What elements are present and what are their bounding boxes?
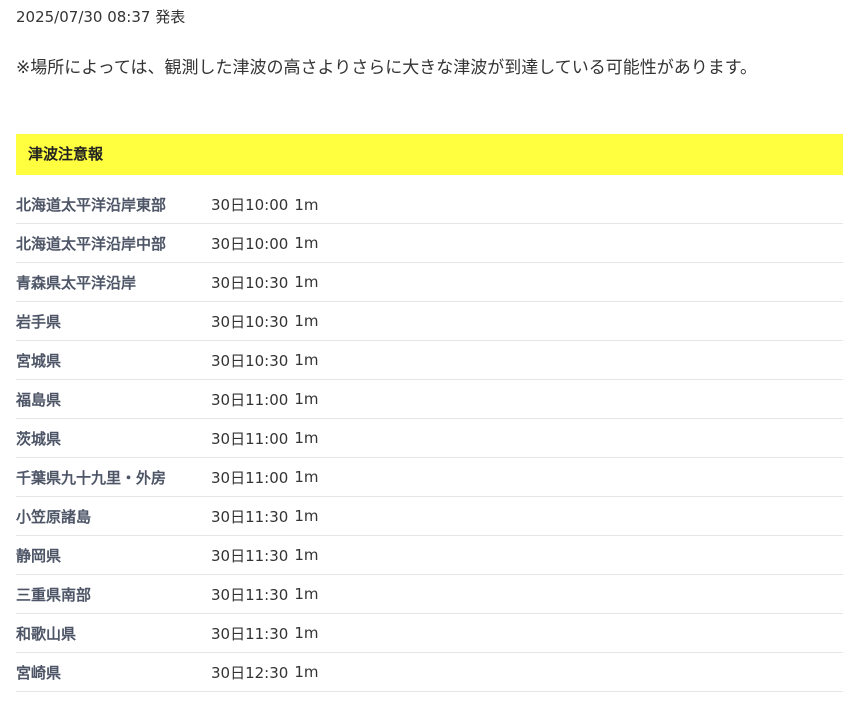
wave-height: 1m — [294, 507, 319, 525]
arrival-time: 30日10:30 — [211, 312, 289, 331]
region-name: 宮崎県 — [16, 663, 62, 682]
region-row: 茨城県 30日11:00 1m — [16, 419, 843, 458]
arrival-time: 30日11:30 — [211, 507, 289, 526]
wave-height: 1m — [294, 195, 319, 214]
arrival-time: 30日10:30 — [211, 273, 289, 292]
region-name: 静岡県 — [16, 546, 62, 565]
region-row: 福島県 30日11:00 1m — [16, 380, 843, 419]
arrival-time: 30日11:00 — [211, 429, 289, 448]
region-row: 宮城県 30日10:30 1m — [16, 341, 843, 380]
announcement-timestamp: 2025/07/30 08:37 発表 — [16, 8, 186, 26]
region-list: 北海道太平洋沿岸東部 30日10:00 1m 北海道太平洋沿岸中部 30日10:… — [16, 186, 843, 692]
wave-height: 1m — [294, 273, 319, 291]
region-name: 福島県 — [16, 390, 62, 409]
wave-height: 1m — [294, 312, 319, 330]
arrival-time: 30日11:00 — [211, 390, 289, 409]
region-name: 岩手県 — [16, 312, 62, 331]
region-name: 三重県南部 — [16, 585, 92, 604]
region-row: 千葉県九十九里・外房 30日11:00 1m — [16, 458, 843, 497]
wave-height: 1m — [294, 624, 319, 642]
region-name: 青森県太平洋沿岸 — [16, 273, 137, 292]
wave-height: 1m — [294, 546, 319, 564]
region-row: 北海道太平洋沿岸中部 30日10:00 1m — [16, 224, 843, 263]
region-name: 宮城県 — [16, 351, 62, 370]
region-row: 岩手県 30日10:30 1m — [16, 302, 843, 341]
wave-height: 1m — [294, 468, 319, 486]
wave-height: 1m — [294, 390, 319, 408]
wave-height: 1m — [294, 351, 319, 369]
region-name: 北海道太平洋沿岸中部 — [16, 234, 167, 253]
alert-level-header: 津波注意報 — [16, 134, 843, 175]
arrival-time: 30日11:30 — [211, 546, 289, 565]
region-row: 青森県太平洋沿岸 30日10:30 1m — [16, 263, 843, 302]
arrival-time: 30日11:00 — [211, 468, 289, 487]
region-name: 茨城県 — [16, 429, 62, 448]
arrival-time: 30日10:30 — [211, 351, 289, 370]
region-row: 小笠原諸島 30日11:30 1m — [16, 497, 843, 536]
region-name: 千葉県九十九里・外房 — [16, 468, 167, 487]
wave-height: 1m — [294, 429, 319, 447]
arrival-time: 30日11:30 — [211, 624, 289, 643]
wave-height: 1m — [294, 234, 319, 252]
region-row: 静岡県 30日11:30 1m — [16, 536, 843, 575]
wave-height: 1m — [294, 585, 319, 603]
region-name: 小笠原諸島 — [16, 507, 92, 526]
tsunami-advisory-page: 2025/07/30 08:37 発表 ※場所によっては、観測した津波の高さより… — [0, 0, 850, 703]
region-row: 北海道太平洋沿岸東部 30日10:00 1m — [16, 186, 843, 224]
arrival-time: 30日11:30 — [211, 585, 289, 604]
region-row: 三重県南部 30日11:30 1m — [16, 575, 843, 614]
wave-height: 1m — [294, 663, 319, 681]
region-name: 和歌山県 — [16, 624, 77, 643]
region-name: 北海道太平洋沿岸東部 — [16, 196, 167, 214]
region-row: 宮崎県 30日12:30 1m — [16, 653, 843, 692]
region-row: 和歌山県 30日11:30 1m — [16, 614, 843, 653]
arrival-time: 30日10:00 — [211, 196, 289, 214]
arrival-time: 30日12:30 — [211, 663, 289, 682]
announcement-note: ※場所によっては、観測した津波の高さよりさらに大きな津波が到達している可能性があ… — [16, 58, 757, 78]
arrival-time: 30日10:00 — [211, 234, 289, 253]
